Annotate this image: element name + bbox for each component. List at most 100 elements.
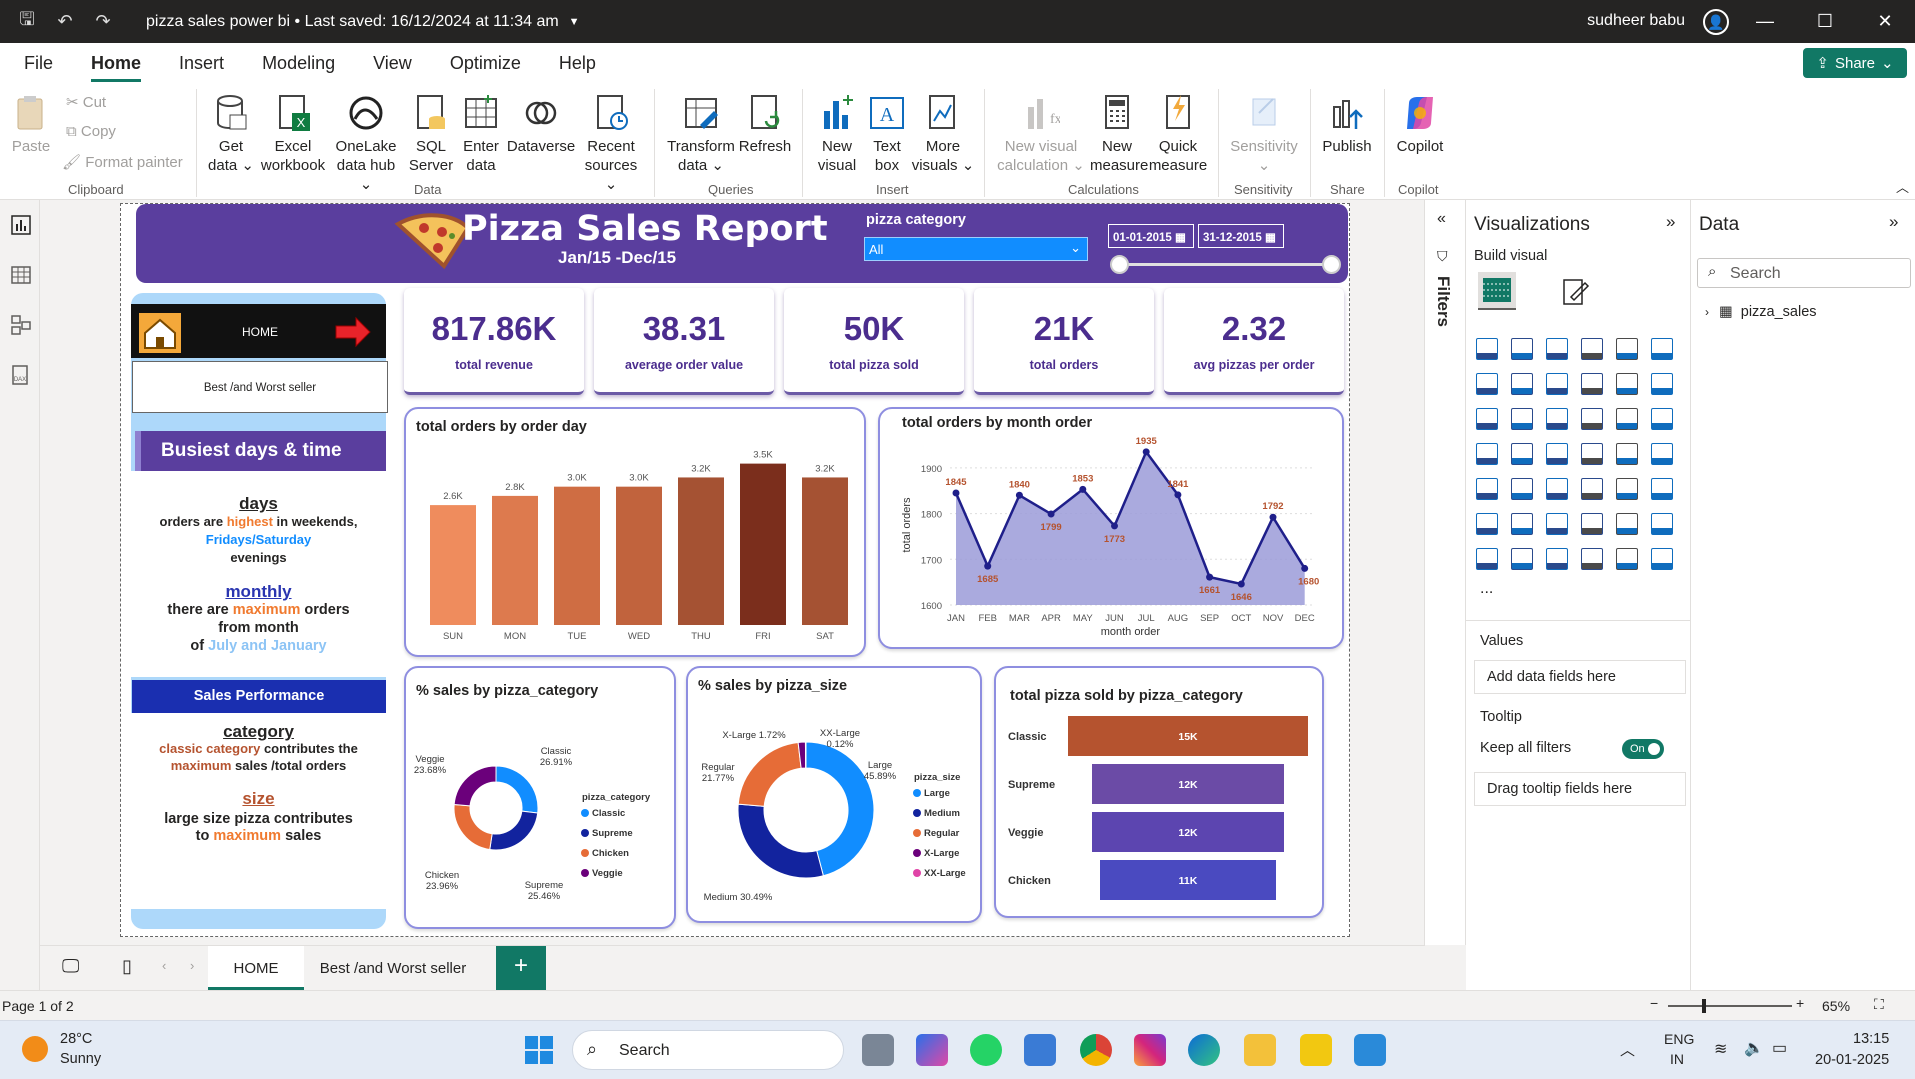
clock-date[interactable]: 20-01-2025	[1815, 1052, 1889, 1068]
store-icon[interactable]	[1024, 1034, 1056, 1066]
r-visual-icon[interactable]	[1651, 478, 1673, 500]
azure-map-icon[interactable]	[1581, 443, 1603, 465]
menu-home[interactable]: Home	[91, 45, 142, 82]
expand-filters-icon[interactable]: «	[1437, 210, 1446, 228]
tab-home[interactable]: HOME	[208, 946, 304, 990]
undo-icon[interactable]: ↶	[46, 0, 84, 43]
chart-orders-by-day[interactable]: total orders by order day 2.6K SUN 2.8K MON…	[404, 407, 866, 657]
windows-start-icon[interactable]	[524, 1035, 554, 1065]
new-measure-button[interactable]: New measure	[1090, 93, 1148, 175]
matrix-icon[interactable]	[1616, 478, 1638, 500]
mobile-layout-icon[interactable]: ▯	[122, 956, 132, 977]
key-influencers-icon[interactable]	[1511, 513, 1533, 535]
nav-best-worst-button[interactable]: Best /and Worst seller	[132, 361, 388, 413]
chart-pizza-sold-by-category[interactable]: total pizza sold by pizza_category 15K Cl…	[994, 666, 1324, 918]
cut-button[interactable]: ✂ Cut	[66, 93, 106, 111]
waterfall-icon[interactable]	[1511, 408, 1533, 430]
chart-sales-by-size[interactable]: % sales by pizza_size Large 45.89% Medium …	[686, 666, 982, 923]
paginated-icon[interactable]	[1651, 513, 1673, 535]
more-visuals-button[interactable]: More visuals ⌄	[910, 93, 976, 175]
chart-sales-by-category[interactable]: % sales by pizza_category Classic 26.91% S…	[404, 666, 676, 929]
language-indicator[interactable]: ENG	[1664, 1031, 1694, 1047]
qa-icon[interactable]	[1581, 513, 1603, 535]
document-title[interactable]: pizza sales power bi • Last saved: 16/12…	[146, 13, 559, 31]
maximize-icon[interactable]: ☐	[1795, 0, 1855, 43]
whatsapp-icon[interactable]	[970, 1034, 1002, 1066]
photos-icon[interactable]	[1354, 1034, 1386, 1066]
filters-pane[interactable]: « ⛉ Filters	[1424, 200, 1466, 945]
report-view-icon[interactable]	[10, 214, 32, 236]
line-column-icon[interactable]	[1616, 373, 1638, 395]
show-hidden-icons[interactable]: ︿	[1620, 1039, 1635, 1060]
sql-server-button[interactable]: SQL Server	[406, 93, 456, 175]
date-range-start-handle[interactable]	[1110, 255, 1129, 274]
desktop-layout-icon[interactable]: 🖵	[62, 956, 79, 977]
clustered-column-icon[interactable]	[1581, 338, 1603, 360]
menu-insert[interactable]: Insert	[179, 45, 224, 82]
funnel-icon[interactable]	[1546, 408, 1568, 430]
onelake-button[interactable]: OneLake data hub ⌄	[330, 93, 402, 194]
save-icon[interactable]: 🖫	[8, 0, 46, 43]
collapse-ribbon-icon[interactable]: ︿	[1896, 177, 1909, 196]
enter-data-button[interactable]: Enter data	[458, 93, 504, 175]
add-page-button[interactable]: +	[496, 946, 546, 990]
kpi-icon[interactable]	[1511, 478, 1533, 500]
zoom-out-icon[interactable]: −	[1650, 995, 1658, 1011]
collapse-data-icon[interactable]: »	[1889, 212, 1898, 232]
fit-to-page-icon[interactable]: ⛶	[1874, 996, 1884, 1013]
stacked-bar-icon[interactable]	[1476, 338, 1498, 360]
redo-icon[interactable]: ↷	[84, 0, 122, 43]
100-bar-icon[interactable]	[1616, 338, 1638, 360]
menu-modeling[interactable]: Modeling	[262, 45, 335, 82]
tab-best-worst-seller[interactable]: Best /and Worst seller	[308, 946, 478, 990]
task-view-icon[interactable]	[862, 1034, 894, 1066]
new-visual-button[interactable]: New visual	[810, 93, 864, 175]
shape-map-icon[interactable]	[1581, 548, 1603, 570]
clustered-bar-icon[interactable]	[1546, 338, 1568, 360]
prev-page-icon[interactable]: ‹	[162, 958, 166, 973]
menu-view[interactable]: View	[373, 45, 412, 82]
collapse-viz-icon[interactable]: »	[1666, 212, 1675, 232]
transform-data-button[interactable]: Transform data ⌄	[664, 93, 738, 175]
slicer-icon[interactable]	[1546, 478, 1568, 500]
weather-temp[interactable]: 28°C	[60, 1031, 92, 1047]
chevron-down-icon[interactable]: ▼	[569, 16, 580, 28]
zoom-slider[interactable]	[1668, 999, 1792, 1013]
date-from-input[interactable]: 01-01-2015 ▦	[1108, 224, 1194, 248]
metrics-icon[interactable]	[1476, 548, 1498, 570]
100-column-icon[interactable]	[1651, 338, 1673, 360]
multi-card-icon[interactable]	[1476, 478, 1498, 500]
table-icon[interactable]	[1581, 478, 1603, 500]
scatter-icon[interactable]	[1581, 408, 1603, 430]
account-icon[interactable]: 👤	[1703, 9, 1729, 35]
gauge-icon[interactable]	[1616, 443, 1638, 465]
treemap-icon[interactable]	[1476, 443, 1498, 465]
excel-workbook-button[interactable]: X Excel workbook	[258, 93, 328, 175]
share-button[interactable]: ⇪ Share ⌄	[1803, 48, 1907, 78]
instagram-icon[interactable]	[1134, 1034, 1166, 1066]
copy-button[interactable]: ⧉ Copy	[66, 123, 116, 140]
line-icon[interactable]	[1476, 373, 1498, 395]
ribbon-icon[interactable]	[1476, 408, 1498, 430]
python-visual-icon[interactable]	[1476, 513, 1498, 535]
pizza-category-slicer[interactable]: All ⌄	[864, 237, 1088, 261]
get-data-button[interactable]: Get data ⌄	[206, 93, 256, 175]
taskbar-search-box[interactable]: ⌕ Search	[572, 1030, 844, 1070]
data-search-box[interactable]: ⌕ Search	[1697, 258, 1911, 288]
quick-measure-button[interactable]: Quick measure	[1148, 93, 1208, 175]
model-view-icon[interactable]	[10, 314, 32, 336]
file-explorer-icon[interactable]	[1244, 1034, 1276, 1066]
narrative-icon[interactable]	[1616, 513, 1638, 535]
map-icon[interactable]	[1511, 443, 1533, 465]
filled-map-icon[interactable]	[1546, 443, 1568, 465]
minimize-icon[interactable]: —	[1735, 0, 1795, 43]
area-icon[interactable]	[1511, 373, 1533, 395]
more-visuals-ellipsis[interactable]: ...	[1480, 580, 1493, 598]
text-box-button[interactable]: A Text box	[866, 93, 908, 175]
power-bi-icon[interactable]	[1300, 1034, 1332, 1066]
zoom-level[interactable]: 65%	[1822, 998, 1850, 1014]
volume-icon[interactable]: 🔈	[1744, 1038, 1764, 1058]
100-area-icon[interactable]	[1581, 373, 1603, 395]
recent-sources-button[interactable]: Recent sources ⌄	[578, 93, 644, 194]
copilot-button[interactable]: Copilot	[1392, 93, 1448, 156]
